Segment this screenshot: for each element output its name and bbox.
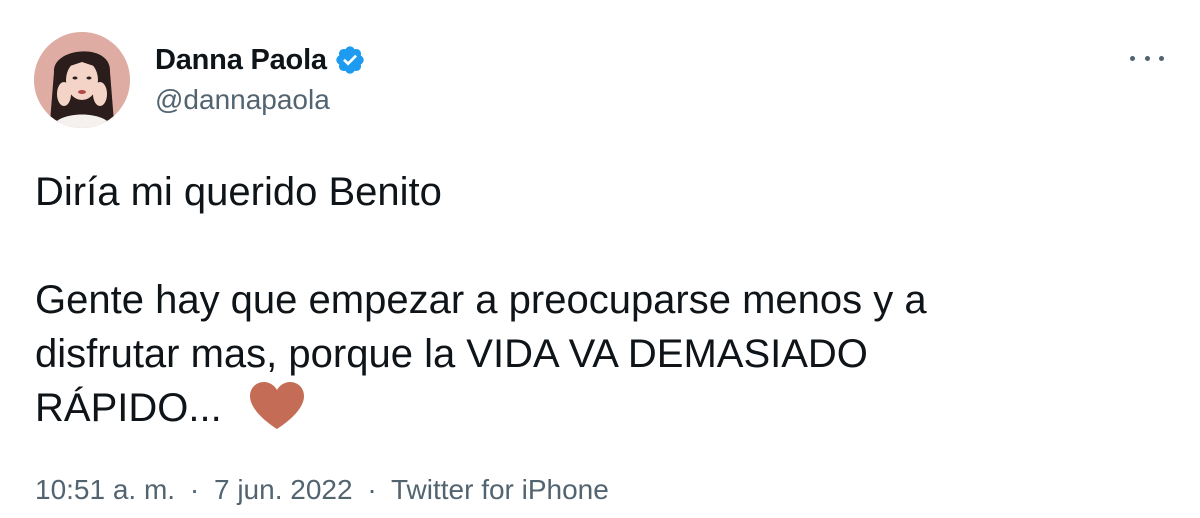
author-info: Danna Paola @dannapaola [155,40,366,116]
meta-separator: · [367,474,377,505]
brown-heart-icon [248,381,306,431]
more-dot [1144,55,1150,61]
tweet-line-last: RÁPIDO... [35,381,1155,435]
tweet-meta: 10:51 a. m. · 7 jun. 2022 · Twitter for … [35,474,609,506]
tweet-card: Danna Paola @dannapaola Diría mi querido… [0,0,1200,518]
more-options-button[interactable] [1130,46,1164,70]
author-name-row: Danna Paola [155,40,366,80]
avatar[interactable] [34,32,130,128]
author-display-name[interactable]: Danna Paola [155,44,327,77]
meta-separator: · [189,474,200,505]
author-handle[interactable]: @dannapaola [155,84,366,116]
tweet-line: Gente hay que empezar a preocuparse meno… [35,278,927,322]
verified-badge-icon [334,44,366,76]
tweet-date[interactable]: 7 jun. 2022 [214,474,353,505]
tweet-source[interactable]: Twitter for iPhone [391,474,609,505]
tweet-line: Diría mi querido Benito [35,170,442,214]
tweet-text: Diría mi querido Benito Gente hay que em… [35,165,1155,435]
tweet-line: RÁPIDO... [35,386,222,430]
tweet-timestamp[interactable]: 10:51 a. m. [35,474,175,505]
more-dot [1159,55,1164,61]
profile-photo [34,32,130,128]
more-horizontal-icon [1130,55,1135,61]
tweet-line: disfrutar mas, porque la VIDA VA DEMASIA… [35,332,868,376]
